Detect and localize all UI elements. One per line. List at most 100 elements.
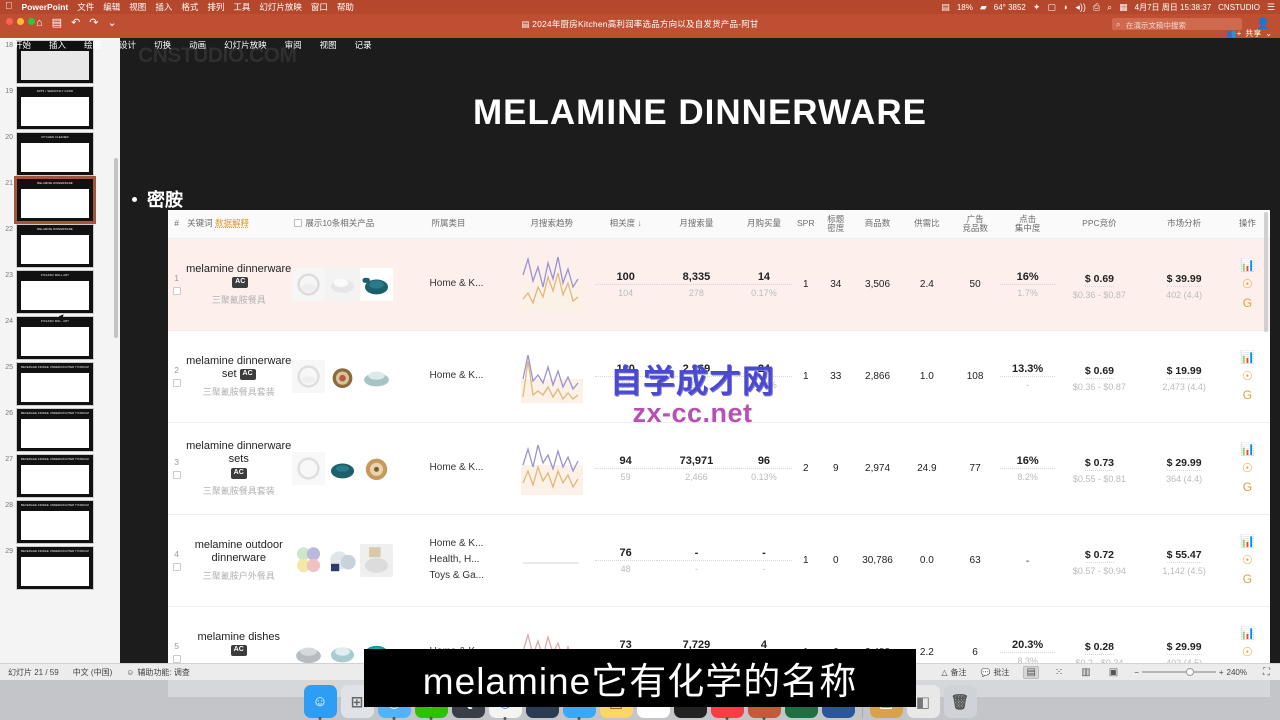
- thumbnail-image[interactable]: KITCHEN CLEANER: [16, 132, 94, 176]
- display-icon[interactable]: ▢: [1047, 2, 1056, 13]
- bar-chart-icon[interactable]: 📊: [1240, 443, 1255, 455]
- notes-toggle[interactable]: △ 备注: [941, 667, 966, 678]
- menu-bar-username[interactable]: CNSTUDIO: [1218, 3, 1260, 12]
- action-buttons[interactable]: 📊 ☉ G: [1225, 535, 1270, 585]
- header-monthly-search[interactable]: 月搜索量: [656, 210, 737, 239]
- slide-thumbnail-panel[interactable]: 18 19 APPS / SERIOUSLY GOOD 20 KITCHEN C…: [0, 38, 120, 663]
- row-checkbox[interactable]: [172, 379, 181, 388]
- thumbnail-image[interactable]: BEVERAGE FRIDGE UNDERCOUNTER TITANIUM: [16, 454, 94, 498]
- menu-format[interactable]: 格式: [181, 1, 198, 13]
- bar-chart-icon[interactable]: 📊: [1240, 627, 1255, 639]
- category-item[interactable]: Home & K...: [430, 536, 509, 552]
- apple-icon[interactable]: : [5, 2, 13, 12]
- product-image-1[interactable]: [292, 543, 326, 577]
- more-options-icon[interactable]: ☉: [1242, 646, 1253, 658]
- header-spr[interactable]: SPR: [791, 210, 820, 239]
- bluetooth-icon[interactable]: ✦: [1033, 2, 1041, 13]
- thumbnail-item-29[interactable]: 29 BEVERAGE FRIDGE UNDERCOUNTER TITANIUM: [0, 544, 120, 590]
- actions-cell[interactable]: 📊 ☉ G: [1224, 422, 1270, 515]
- fit-to-window-icon[interactable]: ⛶: [1261, 667, 1272, 678]
- normal-view-icon[interactable]: ▤: [1023, 665, 1039, 679]
- trend-cell[interactable]: [508, 330, 595, 423]
- category-item[interactable]: Home & K...: [430, 276, 509, 292]
- keyword-cell[interactable]: melamine dinnerware sets AC 三聚氰胺餐具套装: [185, 422, 293, 515]
- tab-transitions[interactable]: 切换: [145, 39, 180, 51]
- finder-icon[interactable]: ☺: [303, 685, 337, 718]
- header-show-related[interactable]: 展示10条相关产品: [292, 210, 430, 239]
- thumbnail-scrollbar[interactable]: [114, 158, 118, 338]
- bar-chart-icon[interactable]: 📊: [1240, 351, 1255, 363]
- thumbnail-image[interactable]: BEVERAGE FRIDGE UNDERCOUNTER TITANIUM: [16, 408, 94, 452]
- trend-cell[interactable]: [508, 422, 595, 515]
- bar-chart-icon[interactable]: 📊: [1240, 535, 1255, 547]
- related-products-cell[interactable]: [292, 422, 430, 515]
- slide-bullet[interactable]: 密胺: [132, 186, 183, 212]
- menu-help[interactable]: 帮助: [337, 1, 354, 13]
- header-supply-demand[interactable]: 供需比: [903, 210, 951, 239]
- keyword-cell[interactable]: melamine dinnerware AC 三聚氰胺餐具: [185, 238, 293, 331]
- presenter-view-icon[interactable]: ▣: [1107, 667, 1120, 678]
- category-cell[interactable]: Home & K...: [429, 422, 509, 515]
- category-item[interactable]: Home & K...: [430, 368, 509, 384]
- google-icon[interactable]: G: [1243, 481, 1252, 493]
- tab-draw[interactable]: 绘图: [75, 39, 110, 51]
- actions-cell[interactable]: 📊 ☉ G: [1224, 330, 1270, 423]
- battery-icon[interactable]: ▰: [980, 2, 987, 13]
- related-products-cell[interactable]: [292, 238, 430, 331]
- thumbnail-item-27[interactable]: 27 BEVERAGE FRIDGE UNDERCOUNTER TITANIUM: [0, 452, 120, 498]
- chevron-down-icon[interactable]: ⌄: [1265, 29, 1272, 38]
- search-trend-chart[interactable]: [521, 529, 583, 587]
- screencast-icon[interactable]: ⎙: [1093, 2, 1100, 13]
- menu-slideshow[interactable]: 幻灯片放映: [259, 1, 302, 13]
- zoom-control[interactable]: − + 240%: [1134, 668, 1247, 677]
- tab-home[interactable]: 开始: [5, 39, 40, 51]
- related-products-cell[interactable]: [292, 330, 430, 423]
- more-options-icon[interactable]: ☉: [1242, 278, 1253, 290]
- network-monitor-icon[interactable]: ▤: [941, 2, 950, 13]
- action-buttons[interactable]: 📊 ☉ G: [1225, 443, 1270, 493]
- google-icon[interactable]: G: [1243, 389, 1252, 401]
- slide-title[interactable]: MELAMINE DINNERWARE: [120, 93, 1280, 133]
- category-cell[interactable]: Home & K...: [429, 238, 509, 331]
- thumbnail-image[interactable]: MELAMINE DINNERWARE: [16, 224, 94, 268]
- search-trend-chart[interactable]: [520, 253, 583, 311]
- tab-insert[interactable]: 插入: [40, 39, 75, 51]
- related-products-cell[interactable]: [292, 514, 430, 607]
- menu-file[interactable]: 文件: [77, 1, 94, 13]
- row-checkbox[interactable]: [172, 563, 181, 572]
- comments-toggle[interactable]: 💬 批注: [980, 667, 1009, 678]
- tab-view[interactable]: 视图: [311, 39, 346, 51]
- product-image-3[interactable]: [360, 359, 394, 393]
- trend-cell[interactable]: [508, 238, 595, 331]
- category-cell[interactable]: Home & K... Health, H... Toys & Ga...: [429, 514, 509, 607]
- actions-cell[interactable]: 📊 ☉ G: [1224, 514, 1270, 607]
- keyword-cell[interactable]: melamine outdoor dinnerware 三聚氰胺户外餐具: [185, 514, 293, 607]
- thumbnail-image[interactable]: BEVERAGE FRIDGE UNDERCOUNTER TITANIUM: [16, 546, 94, 590]
- active-app-name[interactable]: PowerPoint: [22, 2, 69, 12]
- tab-animations[interactable]: 动画: [180, 39, 215, 51]
- product-image-2[interactable]: [326, 451, 360, 485]
- header-product-count[interactable]: 商品数: [851, 210, 904, 239]
- search-input[interactable]: ⌕ 在演示文稿中搜索: [1112, 18, 1242, 30]
- table-row[interactable]: 1 melamine dinnerwareAC 三聚氰胺餐具 Home & K.…: [168, 238, 1270, 331]
- product-image-1[interactable]: [292, 451, 326, 485]
- zoom-slider-knob[interactable]: [1185, 668, 1194, 676]
- menu-edit[interactable]: 编辑: [103, 1, 120, 13]
- product-image-1[interactable]: [292, 359, 326, 393]
- thumbnail-image-selected[interactable]: MELAMINE DINNERWARE: [14, 176, 96, 224]
- menu-bar-clock[interactable]: 4月7日 周日 15:38:37: [1135, 2, 1211, 13]
- category-item[interactable]: Health, H...: [430, 552, 509, 568]
- bar-chart-icon[interactable]: 📊: [1240, 259, 1255, 271]
- tab-review[interactable]: 审阅: [276, 39, 311, 51]
- header-title-density[interactable]: 标题 密度: [819, 210, 852, 239]
- slide-sorter-icon[interactable]: ⁙: [1053, 667, 1065, 678]
- product-thumbnails[interactable]: [292, 359, 429, 393]
- thumbnail-item-22[interactable]: 22 MELAMINE DINNERWARE: [0, 222, 120, 268]
- menu-insert[interactable]: 插入: [155, 1, 172, 13]
- slide-canvas[interactable]: CNSTUDIO.COM MELAMINE DINNERWARE 密胺 # 关键…: [120, 38, 1280, 697]
- zoom-slider[interactable]: [1141, 668, 1216, 676]
- keyword-table-screenshot[interactable]: # 关键词 数据解释 展示10条相关产品 所属类目 月搜索趋势 相关度 ↓ 月搜…: [168, 210, 1270, 697]
- thumbnail-item-19[interactable]: 19 APPS / SERIOUSLY GOOD: [0, 84, 120, 130]
- header-ad-competitors[interactable]: 广告 竞品数: [950, 210, 1000, 239]
- row-checkbox[interactable]: [172, 287, 181, 296]
